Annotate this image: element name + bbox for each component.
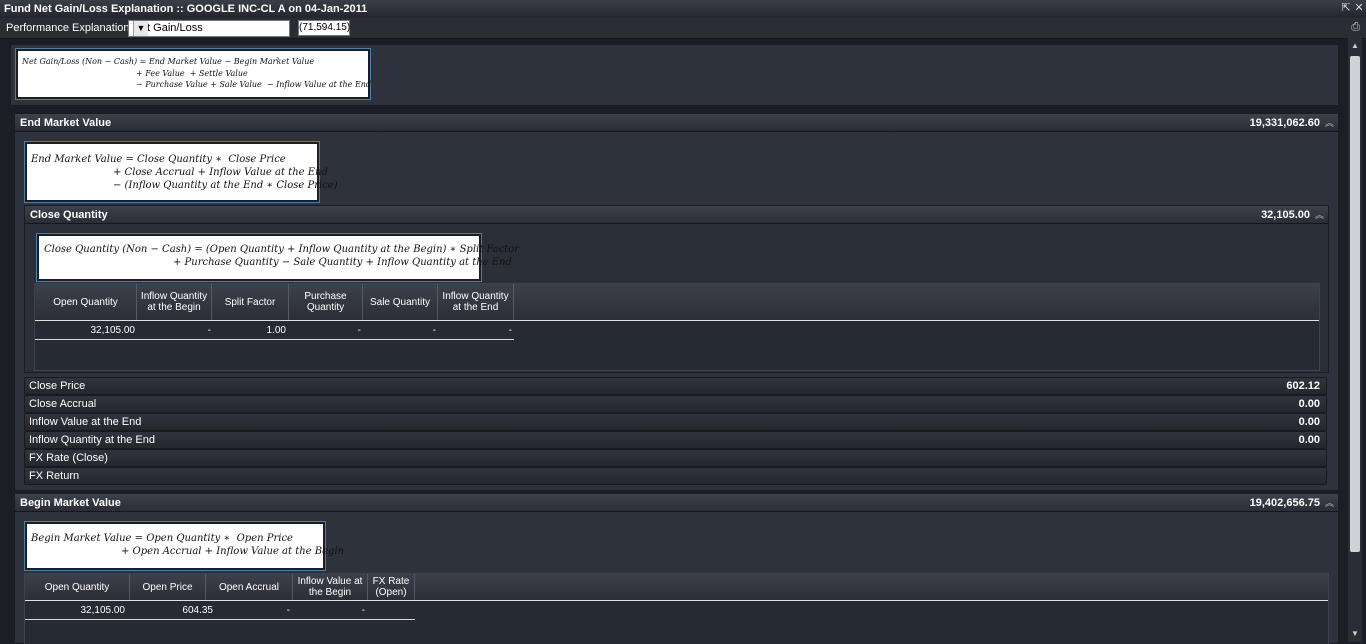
grid-column-header[interactable]: Open Price — [130, 574, 206, 600]
restore-icon[interactable]: ⇱ — [1340, 2, 1352, 15]
scroll-down-icon[interactable]: ▼ — [1349, 628, 1361, 640]
formula-line: Net Gain/Loss (Non − Cash) = End Market … — [22, 57, 315, 66]
begin-market-grid: Open Quantity Open Price Open Accrual In… — [24, 573, 1329, 644]
row-value: 0.00 — [1298, 398, 1320, 410]
performance-label: Performance Explanation: — [6, 22, 133, 34]
formula-line: − (Inflow Quantity at the End ∗ Close Pr… — [113, 180, 338, 191]
row-label: Inflow Quantity at the End — [29, 434, 155, 446]
close-quantity-section: Close Quantity 32,105.00 ︽ Close Quantit… — [24, 205, 1329, 373]
window-titlebar: Fund Net Gain/Loss Explanation :: GOOGLE… — [0, 0, 1366, 19]
formula-line: End Market Value = Close Quantity ∗ Clos… — [31, 154, 286, 165]
inflow-value-end-row[interactable]: Inflow Value at the End 0.00 — [24, 413, 1327, 431]
grid-column-header[interactable]: FX Rate (Open) — [368, 574, 415, 600]
close-quantity-header[interactable]: Close Quantity 32,105.00 ︽ — [25, 206, 1328, 224]
fx-rate-close-row[interactable]: FX Rate (Close) — [24, 449, 1327, 467]
close-icon[interactable]: ✕ — [1353, 2, 1365, 15]
grid-column-header[interactable]: Sale Quantity — [363, 284, 438, 320]
collapse-icon[interactable]: ︽ — [1315, 208, 1324, 221]
row-label: Close Price — [29, 380, 86, 392]
section-value: 19,402,656.75 — [1249, 497, 1320, 509]
collapse-icon[interactable]: ︽ — [1325, 116, 1334, 129]
grid-cell: - — [357, 325, 361, 336]
grid-cell: - — [508, 325, 512, 336]
grid-header: Open Quantity Inflow Quantity at the Beg… — [35, 284, 1319, 321]
row-label: Close Accrual — [29, 398, 97, 410]
close-quantity-grid: Open Quantity Inflow Quantity at the Beg… — [34, 283, 1320, 371]
grid-cell: 604.35 — [182, 605, 213, 616]
close-price-row[interactable]: Close Price 602.12 — [24, 377, 1327, 395]
begin-market-value-header[interactable]: Begin Market Value 19,402,656.75 ︽ — [15, 494, 1338, 512]
close-quantity-formula: Close Quantity (Non − Cash) = (Open Quan… — [36, 233, 519, 282]
grid-cell: 32,105.00 — [90, 325, 136, 336]
row-label: Inflow Value at the End — [29, 416, 142, 428]
formula-line: + Close Accrual + Inflow Value at the En… — [113, 167, 328, 178]
formula-line: + Fee Value + Settle Value — [136, 69, 248, 78]
grid-column-header[interactable]: Split Factor — [212, 284, 289, 320]
row-divider — [35, 339, 514, 340]
scrollbar-thumb[interactable] — [1350, 56, 1360, 552]
row-label: FX Rate (Close) — [29, 452, 108, 464]
grid-column-header[interactable]: Purchase Quantity — [289, 284, 363, 320]
performance-select[interactable]: Net Gain/Loss ▼ — [128, 20, 290, 37]
formula-line: − Purchase Value + Sale Value − Inflow V… — [136, 80, 372, 89]
section-title: Close Quantity — [30, 209, 108, 221]
grid-cell: - — [286, 605, 290, 616]
chevron-down-icon[interactable]: ▼ — [133, 21, 148, 36]
section-title: Begin Market Value — [20, 497, 121, 509]
summary-panel: Net Gain/Loss (Non − Cash) = End Market … — [10, 44, 1339, 106]
grid-column-header[interactable]: Open Accrual — [206, 574, 293, 600]
inflow-quantity-end-row[interactable]: Inflow Quantity at the End 0.00 — [24, 431, 1327, 449]
grid-header: Open Quantity Open Price Open Accrual In… — [25, 574, 1328, 601]
print-icon[interactable]: ⎙ — [1351, 21, 1360, 34]
grid-cell: - — [432, 325, 436, 336]
vertical-scrollbar[interactable]: ▲ ▼ — [1348, 38, 1362, 642]
begin-market-value-section: Begin Market Value 19,402,656.75 ︽ Begin… — [14, 493, 1339, 644]
scroll-up-icon[interactable]: ▲ — [1349, 40, 1361, 52]
formula-line: Begin Market Value = Open Quantity ∗ Ope… — [31, 533, 293, 544]
window-title: Fund Net Gain/Loss Explanation :: GOOGLE… — [4, 3, 368, 15]
section-value: 19,331,062.60 — [1249, 117, 1320, 129]
grid-column-header[interactable]: Open Quantity — [35, 284, 137, 320]
formula-line: + Purchase Quantity − Sale Quantity + In… — [173, 257, 512, 268]
end-market-value-header[interactable]: End Market Value 19,331,062.60 ︽ — [15, 114, 1338, 132]
close-accrual-row[interactable]: Close Accrual 0.00 — [24, 395, 1327, 413]
grid-cell: 1.00 — [266, 325, 286, 336]
row-label: FX Return — [29, 470, 80, 482]
fx-return-row[interactable]: FX Return — [24, 467, 1327, 485]
formula-line: + Open Accrual + Inflow Value at the Beg… — [121, 546, 345, 557]
row-value: 0.00 — [1298, 416, 1320, 428]
net-gain-formula: Net Gain/Loss (Non − Cash) = End Market … — [15, 48, 372, 100]
grid-column-header[interactable]: Inflow Quantity at the Begin — [137, 284, 212, 320]
begin-market-formula: Begin Market Value = Open Quantity ∗ Ope… — [24, 521, 344, 571]
section-title: End Market Value — [20, 117, 112, 129]
grid-cell: - — [207, 325, 211, 336]
row-value: 0.00 — [1298, 434, 1320, 446]
formula-line: Close Quantity (Non − Cash) = (Open Quan… — [44, 244, 520, 255]
section-value: 32,105.00 — [1261, 209, 1310, 221]
performance-value: (71,594.15) — [298, 20, 350, 36]
end-market-formula: End Market Value = Close Quantity ∗ Clos… — [24, 141, 338, 203]
row-divider — [25, 619, 415, 620]
grid-column-header[interactable]: Inflow Quantity at the End — [438, 284, 514, 320]
grid-column-header[interactable]: Open Quantity — [25, 574, 130, 600]
performance-toolbar: Performance Explanation: Net Gain/Loss ▼… — [0, 18, 1366, 39]
row-value: 602.12 — [1286, 380, 1320, 392]
grid-column-header[interactable]: Inflow Value at the Begin — [293, 574, 368, 600]
grid-cell: - — [361, 605, 365, 616]
collapse-icon[interactable]: ︽ — [1325, 496, 1334, 509]
end-market-value-section: End Market Value 19,331,062.60 ︽ End Mar… — [14, 113, 1339, 491]
grid-cell: 32,105.00 — [80, 605, 126, 616]
